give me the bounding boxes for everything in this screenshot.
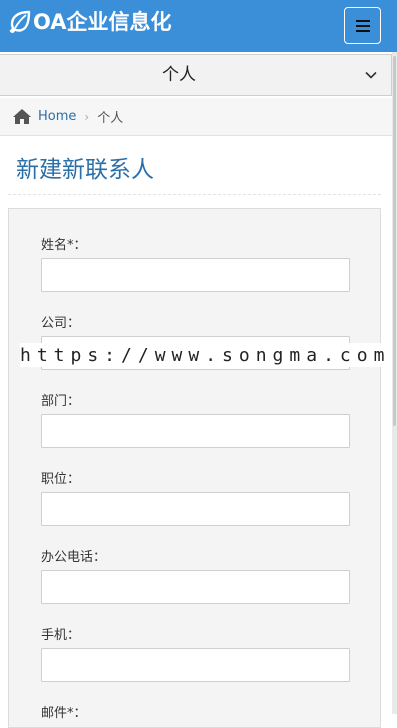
position-label: 职位： (41, 472, 81, 487)
breadcrumb-separator: › (84, 109, 90, 124)
name-label: 姓名*： (41, 238, 87, 253)
breadcrumb: Home › 个人 (0, 98, 392, 136)
mobile-label: 手机： (41, 628, 81, 643)
brand-name: OA企业信息化 (33, 10, 172, 34)
leaf-icon (9, 10, 31, 33)
breadcrumb-current: 个人 (97, 111, 124, 126)
company-label: 公司： (41, 316, 81, 331)
top-navbar: OA企业信息化 (0, 0, 397, 52)
department-label: 部门： (41, 394, 81, 409)
scrollbar-thumb[interactable] (393, 56, 396, 426)
hamburger-icon (355, 19, 370, 32)
home-icon (13, 109, 31, 124)
page-title: 新建新联系人 (16, 157, 154, 183)
email-label: 邮件*： (41, 706, 87, 721)
watermark-text: https://www.songma.com (20, 343, 395, 367)
mobile-field[interactable] (41, 648, 350, 682)
office-phone-label: 办公电话： (41, 550, 107, 565)
position-field[interactable] (41, 492, 350, 526)
brand-logo[interactable]: OA企业信息化 (8, 6, 172, 36)
section-select-value: 个人 (162, 65, 196, 85)
office-phone-field[interactable] (41, 570, 350, 604)
name-field[interactable] (41, 258, 350, 292)
breadcrumb-home-link[interactable]: Home (38, 109, 76, 124)
menu-toggle-button[interactable] (344, 7, 381, 44)
section-select[interactable]: 个人 (0, 54, 392, 96)
chevron-down-icon (365, 71, 377, 79)
contact-form: 姓名*： 公司： 部门： 职位： 办公电话： 手机： 邮件*： (8, 208, 381, 728)
department-field[interactable] (41, 414, 350, 448)
title-divider (8, 194, 381, 195)
